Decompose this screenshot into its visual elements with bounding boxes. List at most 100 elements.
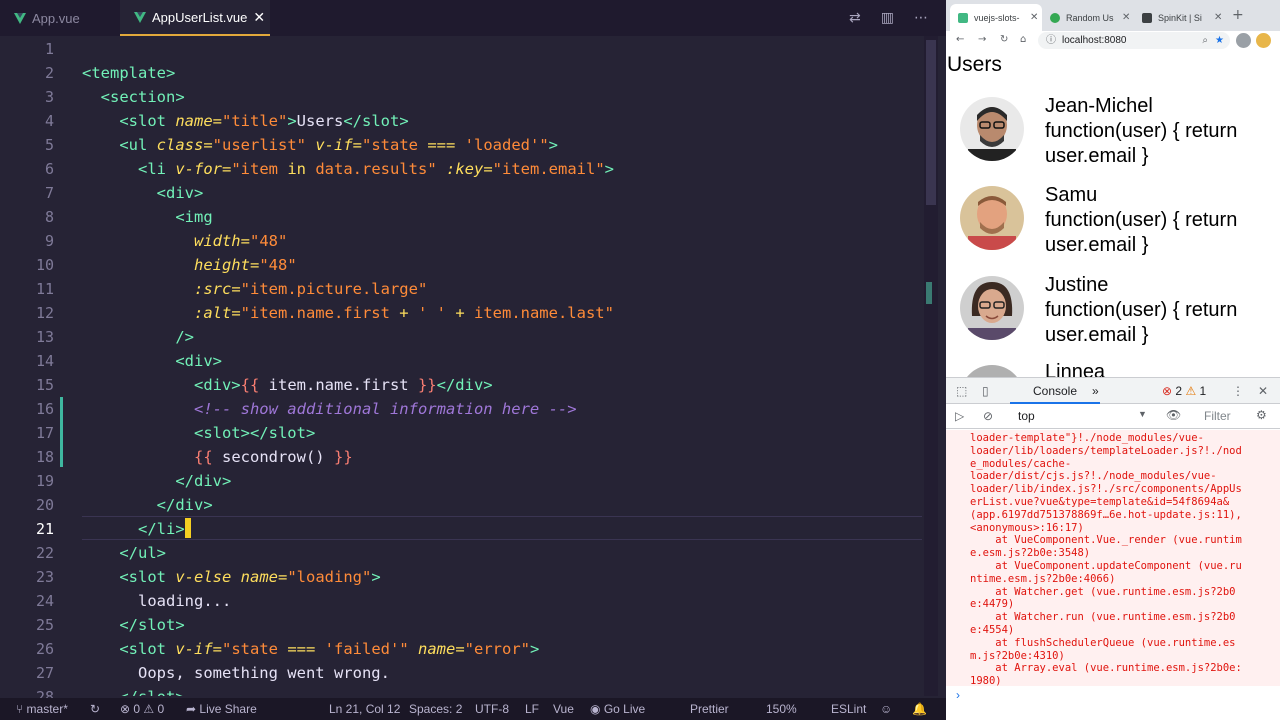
code-line: <!-- show additional information here --…	[82, 397, 577, 421]
code-token: =	[249, 256, 260, 274]
code-token: v-if	[175, 640, 213, 658]
line-number: 27	[35, 664, 54, 682]
code-line: :alt="item.name.first + ' ' + item.name.…	[82, 301, 614, 325]
line-number: 16	[35, 400, 54, 418]
cursor-position[interactable]: Ln 21, Col 12	[329, 698, 400, 720]
scrollbar-thumb[interactable]	[926, 40, 936, 205]
code-token: ' '	[408, 304, 456, 322]
clear-console-icon[interactable]: ⊘	[983, 409, 993, 423]
kebab-menu-icon[interactable]: ⋮	[1232, 378, 1244, 404]
encoding[interactable]: UTF-8	[475, 698, 509, 720]
address-bar[interactable]: ⓘ localhost:8080 ⌕ ★	[1038, 32, 1230, 49]
browser-tab-spinkit[interactable]: SpinKit | Si ✕	[1134, 4, 1226, 31]
profile-avatar[interactable]	[1256, 33, 1271, 48]
filter-input[interactable]: Filter	[1204, 409, 1231, 423]
back-icon[interactable]: ←	[956, 34, 964, 45]
code-token: <ul	[119, 136, 157, 154]
new-tab-button[interactable]: +	[1232, 7, 1244, 23]
live-share-button[interactable]: ➦ Live Share	[186, 698, 257, 720]
zoom-level[interactable]: 150%	[766, 698, 797, 720]
split-editor-icon[interactable]: ▥	[881, 10, 894, 26]
code-token: {{	[240, 376, 260, 394]
code-token: =	[231, 280, 241, 298]
code-token: secondrow()	[212, 448, 334, 466]
close-icon[interactable]: ✕	[1214, 12, 1222, 23]
close-icon[interactable]: ✕	[1122, 12, 1130, 23]
notifications-icon[interactable]: 🔔	[912, 698, 927, 720]
code-token: >	[287, 112, 297, 130]
code-token: </div>	[156, 496, 213, 514]
close-icon[interactable]: ✕	[253, 9, 265, 26]
code-line: <li v-for="item in data.results" :key="i…	[82, 157, 614, 181]
code-token: item.name.last"	[464, 304, 614, 322]
eslint-button[interactable]: ESLint	[831, 698, 866, 720]
inspect-element-icon[interactable]: ⬚	[956, 378, 967, 404]
line-number: 19	[35, 472, 54, 490]
console-output[interactable]: loader-template"}!./node_modules/vue-loa…	[946, 430, 1280, 686]
eye-icon[interactable]: 👁	[1166, 408, 1181, 422]
sidebar-toggle-icon[interactable]: ▷	[955, 409, 964, 423]
extension-icon[interactable]	[1236, 33, 1251, 48]
forward-icon[interactable]: →	[978, 34, 986, 45]
browser-tab-random-user[interactable]: Random Us ✕	[1042, 4, 1134, 31]
close-icon[interactable]: ✕	[1030, 12, 1038, 23]
tab-app-vue[interactable]: App.vue	[0, 0, 120, 36]
line-number: 15	[35, 376, 54, 394]
code-token: <slot	[119, 640, 176, 658]
console-error-line: ntime.esm.js?2b0e:4066)	[970, 572, 1116, 585]
code-token: :key	[446, 160, 484, 178]
code-token: <slot	[119, 112, 176, 130]
console-error-line: at VueComponent.updateComponent (vue.ru	[970, 560, 1242, 572]
browser-tab-vuejs-slots[interactable]: vuejs-slots- ✕	[950, 4, 1042, 31]
line-number: 3	[44, 88, 54, 106]
console-prompt[interactable]: ›	[956, 688, 960, 702]
code-token: {{	[193, 448, 213, 466]
code-token: Oops, something went wrong.	[82, 664, 390, 682]
sync-icon[interactable]: ↻	[90, 698, 100, 720]
line-number: 13	[35, 328, 54, 346]
prettier-button[interactable]: Prettier	[690, 698, 729, 720]
problems-indicator[interactable]: ⊗ 0 ⚠ 0	[120, 698, 164, 720]
home-icon[interactable]: ⌂	[1020, 34, 1026, 45]
chevron-down-icon[interactable]: ▼	[1138, 409, 1147, 419]
code-line: <slot v-else name="loading">	[82, 565, 380, 589]
code-token: ===	[427, 136, 456, 154]
indentation[interactable]: Spaces: 2	[409, 698, 462, 720]
go-live-button[interactable]: ◉ Go Live	[590, 698, 645, 720]
code-token: :alt	[193, 304, 232, 322]
tab-console[interactable]: Console	[1010, 378, 1100, 404]
zoom-icon[interactable]: ⌕	[1202, 32, 1208, 49]
close-icon[interactable]: ✕	[1258, 378, 1268, 404]
more-tabs-icon[interactable]: »	[1092, 378, 1099, 404]
context-selector[interactable]: top	[1018, 409, 1035, 423]
device-toolbar-icon[interactable]: ▯	[982, 378, 989, 404]
info-icon[interactable]: ⓘ	[1046, 32, 1056, 49]
git-branch[interactable]: ⑂ master*	[16, 698, 68, 720]
gear-icon[interactable]: ⚙	[1256, 408, 1267, 422]
error-counter[interactable]: ⊗ 2 ⚠ 1	[1162, 378, 1206, 404]
code-line: {{ secondrow() }}	[82, 445, 353, 469]
end-of-line[interactable]: LF	[525, 698, 539, 720]
compare-icon[interactable]: ⇄	[849, 10, 861, 26]
code-token: <!-- show additional information here --…	[193, 400, 577, 418]
code-line: <div>	[82, 181, 204, 205]
bookmark-star-icon[interactable]: ★	[1215, 32, 1224, 49]
tab-label: AppUserList.vue	[152, 9, 248, 25]
language-mode[interactable]: Vue	[553, 698, 574, 720]
feedback-icon[interactable]: ☺	[880, 698, 892, 720]
code-line: Oops, something went wrong.	[82, 661, 390, 685]
code-area[interactable]: <template> <section> <slot name="title">…	[82, 36, 922, 696]
code-token: </ul>	[119, 544, 166, 562]
tab-appuserlist-vue[interactable]: AppUserList.vue ✕	[120, 0, 270, 36]
avatar	[960, 276, 1024, 340]
code-token: <template>	[82, 64, 176, 82]
code-line: <img	[82, 205, 212, 229]
reload-icon[interactable]: ↻	[1000, 34, 1008, 45]
more-actions-icon[interactable]: ⋯	[914, 10, 928, 26]
url-text: localhost:8080	[1062, 35, 1127, 46]
code-token: v-if	[315, 136, 353, 154]
